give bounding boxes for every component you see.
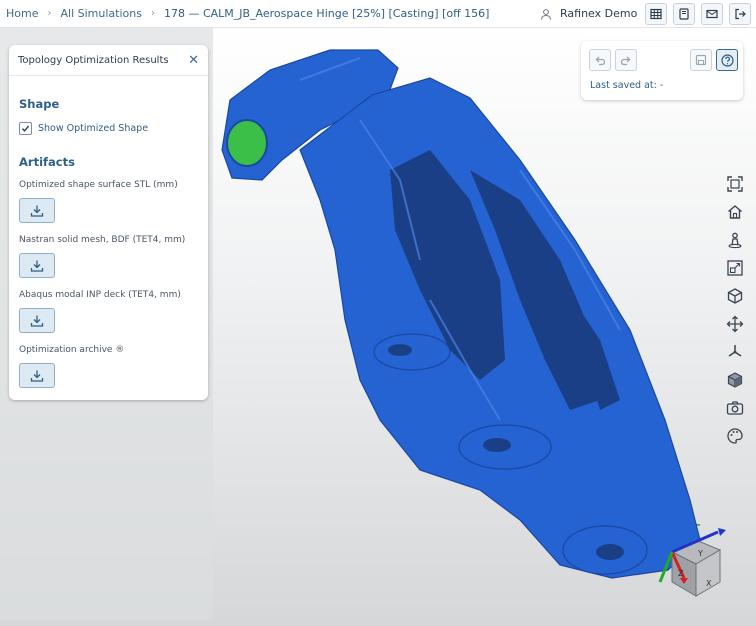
results-panel: Topology Optimization Results ✕ Shape Sh… xyxy=(9,45,208,400)
help-button[interactable] xyxy=(716,49,738,71)
user-name: Rafinex Demo xyxy=(560,7,638,20)
breadcrumb: Home › All Simulations › 178 — CALM_JB_A… xyxy=(0,7,489,20)
cube-icon xyxy=(727,288,743,304)
fit-view-button[interactable] xyxy=(723,172,747,196)
cube-view-button[interactable] xyxy=(723,284,747,308)
download-icon xyxy=(30,260,44,272)
table-icon xyxy=(650,8,662,20)
zoom-box-button[interactable] xyxy=(723,256,747,280)
checkmark-icon xyxy=(21,125,30,132)
help-icon xyxy=(720,53,734,67)
person-view-button[interactable] xyxy=(723,228,747,252)
palette-icon xyxy=(727,428,743,444)
top-bar: Home › All Simulations › 178 — CALM_JB_A… xyxy=(0,0,756,28)
panel-title: Topology Optimization Results xyxy=(18,54,169,66)
redo-button[interactable] xyxy=(615,49,637,71)
panel-header: Topology Optimization Results ✕ xyxy=(9,45,208,76)
download-icon xyxy=(30,370,44,382)
save-icon xyxy=(695,54,707,66)
undo-button[interactable] xyxy=(589,49,611,71)
download-icon xyxy=(30,205,44,217)
download-inp-button[interactable] xyxy=(19,308,55,333)
artifacts-heading: Artifacts xyxy=(19,155,75,169)
close-icon[interactable]: ✕ xyxy=(188,54,199,67)
download-icon xyxy=(30,315,44,327)
axes-button[interactable] xyxy=(723,340,747,364)
user-icon xyxy=(541,8,551,20)
user-menu[interactable]: Rafinex Demo xyxy=(540,0,637,27)
shaded-cube-icon xyxy=(727,372,743,388)
color-scheme-button[interactable] xyxy=(723,424,747,448)
chevron-right-icon: › xyxy=(47,8,52,19)
download-archive-button[interactable] xyxy=(19,363,55,388)
zoom-box-icon xyxy=(727,260,743,276)
save-panel: Last saved at: - xyxy=(581,41,743,100)
artifact-label: Optimized shape surface STL (mm) xyxy=(19,180,178,190)
chevron-right-icon: › xyxy=(150,8,155,19)
pan-button[interactable] xyxy=(723,312,747,336)
home-view-button[interactable] xyxy=(723,200,747,224)
show-optimized-checkbox[interactable] xyxy=(19,122,32,135)
axes-icon xyxy=(728,345,742,357)
camera-icon xyxy=(726,401,744,415)
download-stl-button[interactable] xyxy=(19,198,55,223)
breadcrumb-current: 178 — CALM_JB_Aerospace Hinge [25%] [Cas… xyxy=(163,7,490,20)
artifact-label: Optimization archive ® xyxy=(19,345,125,355)
axis-y-label: Y xyxy=(697,549,703,558)
axis-z-label: Z xyxy=(678,569,684,578)
orientation-cube[interactable]: Y Z X xyxy=(656,520,736,600)
axis-x-label: X xyxy=(706,579,712,588)
show-optimized-label: Show Optimized Shape xyxy=(38,123,149,134)
logout-icon xyxy=(735,8,746,20)
person-view-icon xyxy=(728,232,742,249)
notebook-button[interactable] xyxy=(673,3,695,25)
breadcrumb-all-simulations[interactable]: All Simulations xyxy=(60,7,141,20)
artifact-label: Nastran solid mesh, BDF (TET4, mm) xyxy=(19,235,186,245)
notebook-icon xyxy=(679,8,689,20)
home-icon xyxy=(728,205,742,219)
save-button[interactable] xyxy=(690,49,712,71)
download-bdf-button[interactable] xyxy=(19,253,55,278)
mail-icon xyxy=(706,9,718,19)
artifact-label: Abaqus modal INP deck (TET4, mm) xyxy=(19,290,181,300)
logout-button[interactable] xyxy=(729,3,751,25)
shape-heading: Shape xyxy=(19,97,60,111)
last-saved-text: Last saved at: - xyxy=(590,80,664,91)
shaded-view-button[interactable] xyxy=(723,368,747,392)
table-button[interactable] xyxy=(645,3,667,25)
mail-button[interactable] xyxy=(701,3,723,25)
breadcrumb-home[interactable]: Home xyxy=(6,7,38,20)
screenshot-button[interactable] xyxy=(723,396,747,420)
undo-icon xyxy=(595,56,606,66)
fit-view-icon xyxy=(727,176,743,192)
move-icon xyxy=(726,315,744,333)
redo-icon xyxy=(620,56,631,66)
show-optimized-toggle[interactable]: Show Optimized Shape xyxy=(19,122,148,135)
